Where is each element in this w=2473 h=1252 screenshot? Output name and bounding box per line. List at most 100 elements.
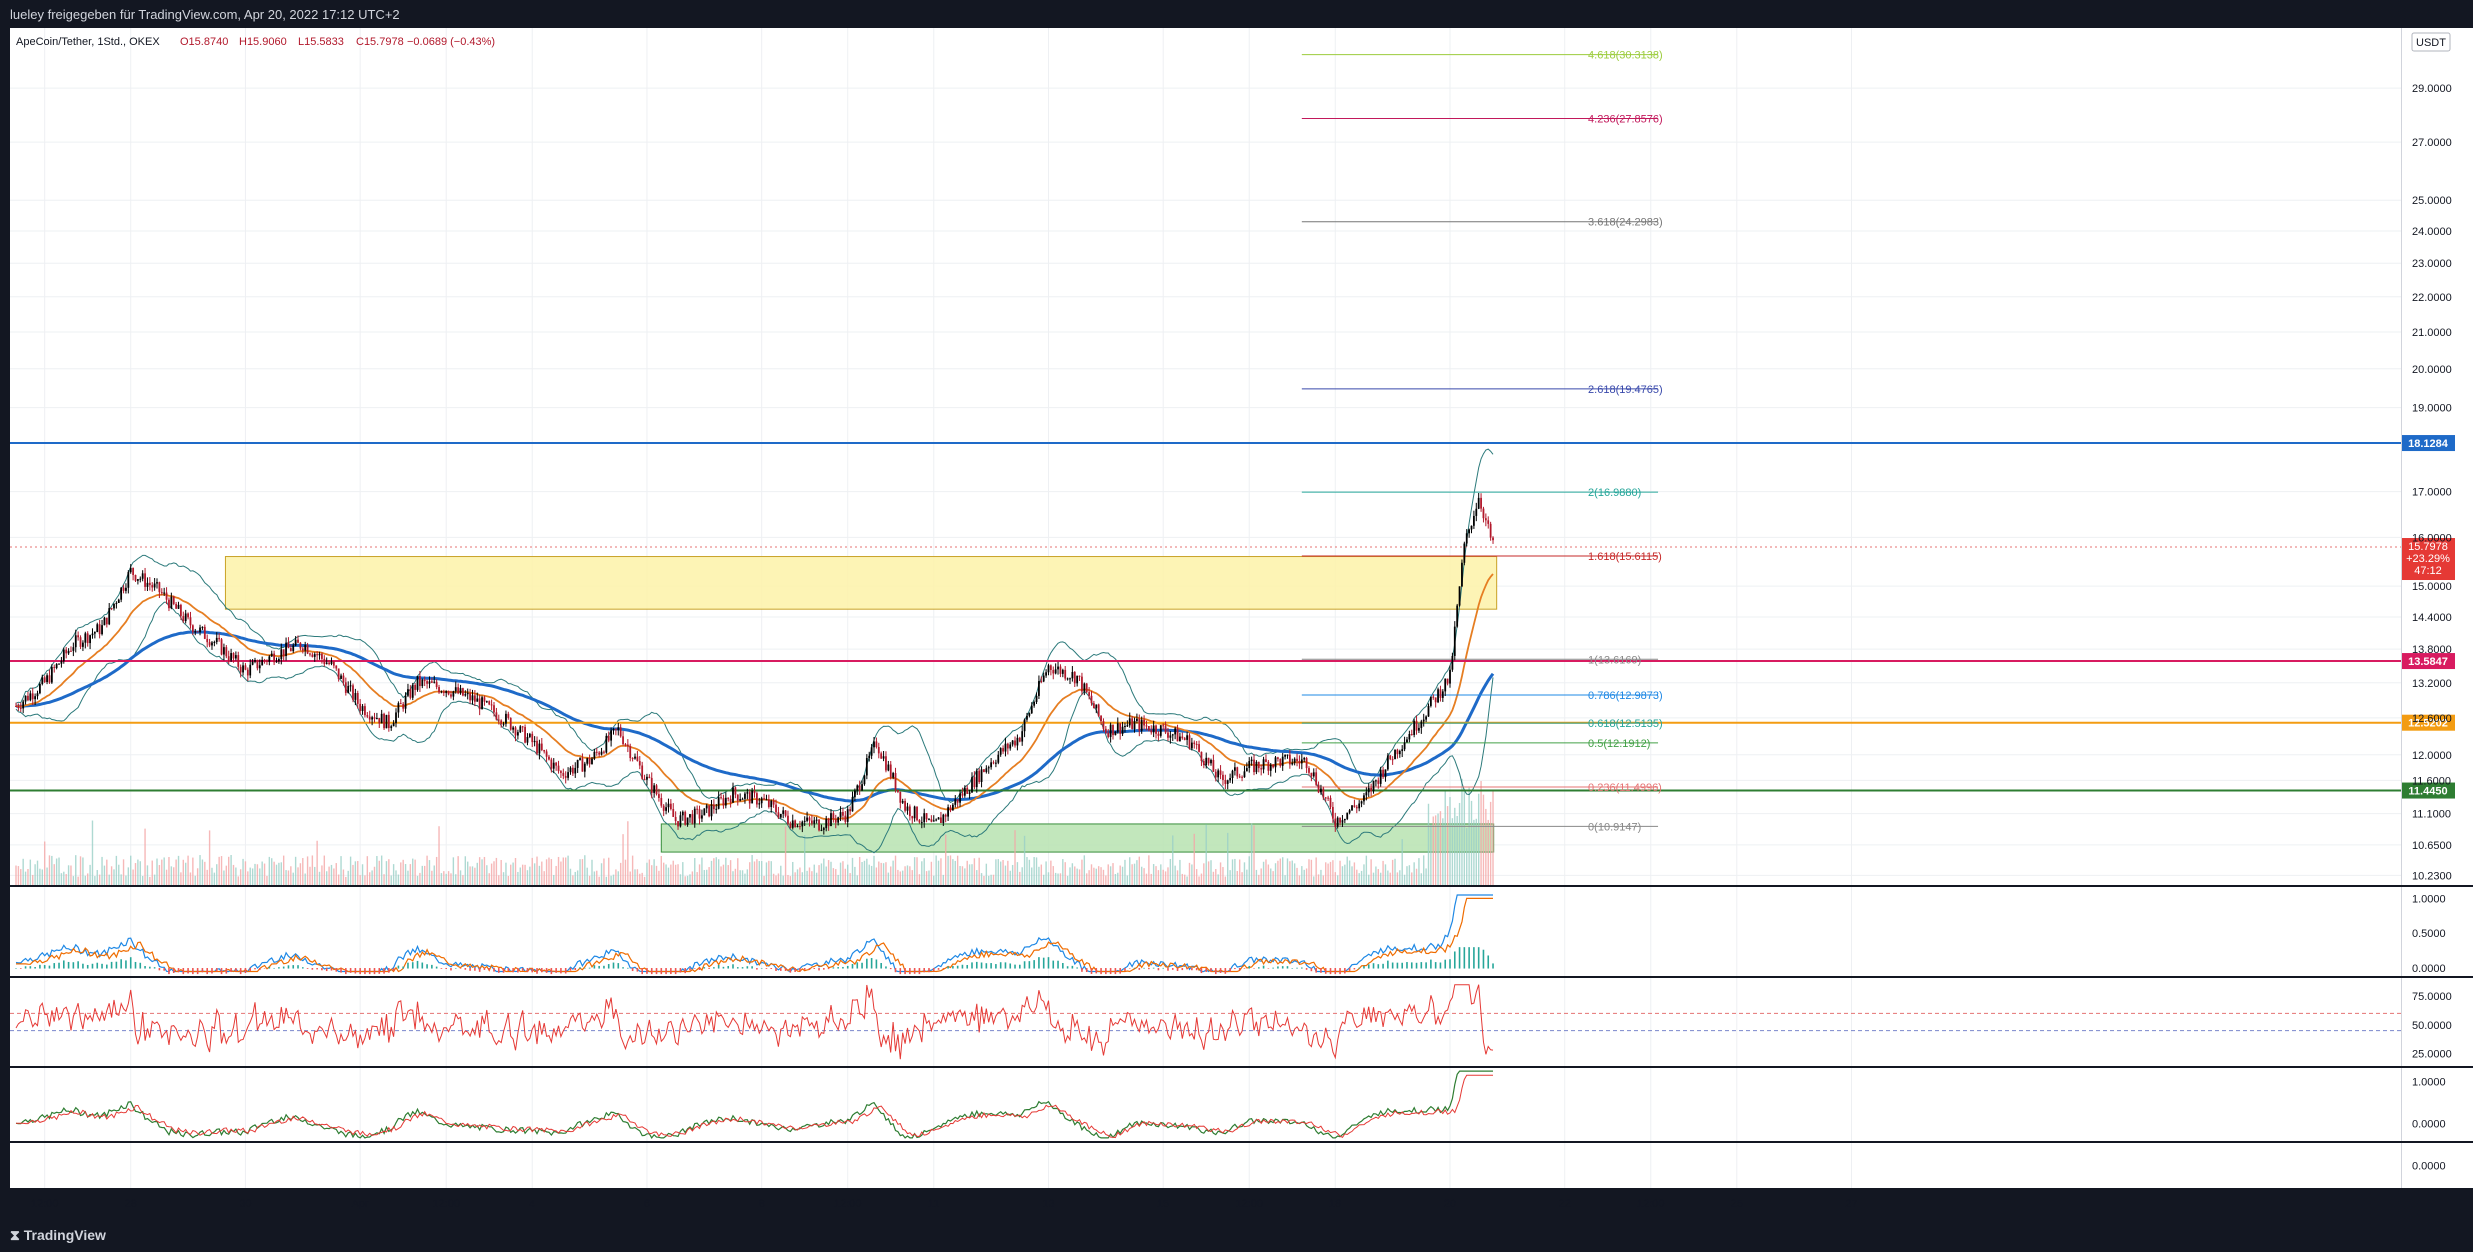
candle-body[interactable] — [433, 681, 436, 683]
candle-body[interactable] — [791, 820, 794, 828]
candle-body[interactable] — [1375, 780, 1377, 782]
candle-body[interactable] — [1226, 780, 1229, 784]
candle-body[interactable] — [971, 777, 973, 793]
candle-body[interactable] — [521, 726, 524, 728]
candle-body[interactable] — [261, 659, 264, 666]
candle-body[interactable] — [39, 683, 41, 694]
candle-body[interactable] — [782, 810, 785, 814]
candle-body[interactable] — [304, 645, 307, 651]
candle-body[interactable] — [741, 798, 744, 800]
candle-body[interactable] — [528, 733, 531, 737]
candle-body[interactable] — [846, 809, 849, 822]
candle-body[interactable] — [60, 661, 63, 664]
candle-body[interactable] — [564, 775, 567, 778]
candle-body[interactable] — [1124, 726, 1126, 728]
candle-body[interactable] — [581, 758, 584, 772]
candle-body[interactable] — [975, 770, 978, 788]
candle-body[interactable] — [1489, 523, 1492, 538]
candle-body[interactable] — [770, 800, 773, 807]
candle-body[interactable] — [1348, 810, 1351, 813]
candle-body[interactable] — [239, 666, 242, 673]
candle-body[interactable] — [861, 784, 863, 791]
candle-body[interactable] — [1183, 738, 1186, 740]
candle-body[interactable] — [50, 667, 53, 683]
candle-body[interactable] — [985, 768, 988, 772]
candle-body[interactable] — [390, 726, 393, 729]
candle-body[interactable] — [251, 661, 254, 665]
candle-body[interactable] — [344, 682, 347, 693]
candle-body[interactable] — [951, 804, 954, 811]
candle-body[interactable] — [889, 764, 892, 778]
candle-body[interactable] — [691, 814, 694, 824]
candle-body[interactable] — [648, 776, 651, 778]
candle-body[interactable] — [211, 642, 213, 646]
candle-body[interactable] — [1441, 691, 1444, 698]
candle-body[interactable] — [316, 654, 319, 656]
candle-body[interactable] — [170, 596, 173, 609]
candle-body[interactable] — [677, 821, 679, 827]
candle-body[interactable] — [1310, 772, 1313, 777]
candle-body[interactable] — [569, 767, 572, 773]
candle-body[interactable] — [856, 785, 859, 791]
candle-body[interactable] — [481, 697, 483, 710]
candle-body[interactable] — [34, 696, 37, 700]
candle-body[interactable] — [548, 756, 550, 760]
candle-body[interactable] — [168, 599, 170, 609]
candle-body[interactable] — [330, 661, 333, 664]
candle-body[interactable] — [160, 592, 163, 594]
candle-body[interactable] — [1131, 718, 1134, 730]
candle-body[interactable] — [839, 812, 842, 818]
candle-body[interactable] — [507, 713, 510, 718]
candle-body[interactable] — [897, 789, 899, 792]
candle-body[interactable] — [1210, 759, 1212, 764]
candle-body[interactable] — [158, 582, 161, 593]
candle-body[interactable] — [834, 819, 837, 823]
candle-body[interactable] — [1016, 737, 1019, 746]
candle-body[interactable] — [928, 819, 930, 821]
candle-body[interactable] — [622, 736, 624, 745]
candle-body[interactable] — [493, 705, 495, 713]
candle-body[interactable] — [863, 775, 866, 785]
candle-body[interactable] — [851, 797, 854, 812]
candle-body[interactable] — [1143, 719, 1145, 726]
candle-body[interactable] — [1222, 774, 1224, 780]
candle-body[interactable] — [148, 582, 151, 586]
candle-body[interactable] — [822, 828, 825, 830]
candle-body[interactable] — [959, 793, 961, 803]
candle-body[interactable] — [1107, 732, 1110, 737]
candle-body[interactable] — [1367, 787, 1370, 793]
candle-body[interactable] — [440, 691, 443, 693]
candle-body[interactable] — [342, 675, 345, 683]
candle-body[interactable] — [1248, 761, 1251, 769]
candle-body[interactable] — [980, 769, 983, 782]
candle-body[interactable] — [359, 703, 362, 712]
candle-body[interactable] — [543, 750, 546, 752]
candle-body[interactable] — [483, 697, 486, 702]
candle-body[interactable] — [1308, 768, 1310, 773]
candle-body[interactable] — [15, 706, 17, 708]
candle-body[interactable] — [1353, 805, 1356, 807]
candle-body[interactable] — [526, 736, 529, 743]
candle-body[interactable] — [373, 717, 376, 719]
candle-body[interactable] — [1422, 719, 1425, 722]
candle-body[interactable] — [462, 688, 464, 696]
currency-badge[interactable]: USDT — [2411, 32, 2451, 52]
candle-body[interactable] — [452, 691, 455, 697]
candle-body[interactable] — [806, 817, 808, 821]
candle-body[interactable] — [1415, 720, 1418, 731]
candle-body[interactable] — [1085, 683, 1088, 693]
candle-body[interactable] — [574, 767, 577, 774]
candle-body[interactable] — [1049, 665, 1052, 670]
candle-body[interactable] — [1150, 730, 1153, 733]
candle-body[interactable] — [956, 799, 959, 803]
candle-body[interactable] — [1427, 705, 1430, 717]
candle-body[interactable] — [607, 735, 610, 741]
candle-body[interactable] — [1403, 742, 1406, 750]
candle-body[interactable] — [1128, 718, 1131, 726]
candle-body[interactable] — [698, 809, 701, 819]
candle-body[interactable] — [1078, 675, 1081, 677]
candle-body[interactable] — [973, 777, 976, 788]
candle-body[interactable] — [744, 793, 746, 799]
candle-body[interactable] — [1028, 713, 1031, 716]
candle-body[interactable] — [435, 681, 438, 688]
